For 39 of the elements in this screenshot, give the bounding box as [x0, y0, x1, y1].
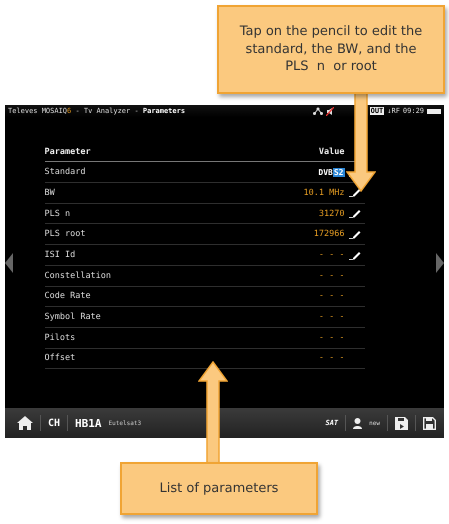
save-icon[interactable] — [423, 416, 436, 430]
channel-button[interactable]: CH — [48, 418, 60, 428]
parameter-value: - - - — [318, 250, 344, 260]
next-arrow-icon[interactable] — [436, 252, 444, 272]
parameter-name: Symbol Rate — [44, 312, 102, 322]
parameter-name: ISI Id — [44, 250, 76, 260]
column-header: Parameter — [44, 146, 92, 157]
pencil-icon[interactable] — [348, 209, 360, 218]
network-icon — [312, 107, 323, 115]
parameter-name: Pilots — [44, 332, 76, 343]
save-play-icon[interactable] — [395, 416, 408, 430]
channel-name: HB1A — [75, 416, 102, 430]
parameter-name: Standard — [44, 167, 86, 178]
parameter-name: Offset — [44, 353, 76, 364]
parameter-value: - - - — [318, 353, 344, 364]
battery-icon — [427, 108, 441, 114]
parameter-name: BW — [44, 188, 56, 198]
pencil-icon[interactable] — [348, 188, 360, 198]
pencil-icon[interactable] — [348, 230, 360, 239]
pencil-icon[interactable] — [348, 250, 360, 260]
column-header: Value — [318, 146, 344, 157]
parameter-value: 10.1 MHz — [304, 188, 344, 198]
standard-logo: DVBS2 — [318, 168, 344, 177]
parameter-value: - - - — [318, 291, 344, 302]
previous-arrow-icon[interactable] — [5, 252, 13, 272]
parameter-value: - - - — [318, 312, 344, 322]
parameter-value: - - - — [318, 270, 344, 281]
parameter-name: Code Rate — [44, 291, 92, 302]
callout-text: Tap on the pencil to edit the standard, the BW, and the PLS n or root — [238, 23, 424, 76]
parameter-name: PLS root — [44, 229, 86, 240]
parameter-name: Constellation — [44, 270, 112, 281]
user-icon[interactable] — [353, 418, 362, 428]
parameter-value: 172966 — [314, 229, 344, 240]
parameter-value: 31270 — [318, 208, 344, 219]
muted-speaker-icon — [326, 106, 334, 116]
parameter-name: PLS n — [44, 208, 72, 219]
callout-text: List of parameters — [160, 480, 278, 498]
parameter-value: - - - — [318, 332, 344, 343]
home-icon[interactable] — [17, 416, 33, 430]
